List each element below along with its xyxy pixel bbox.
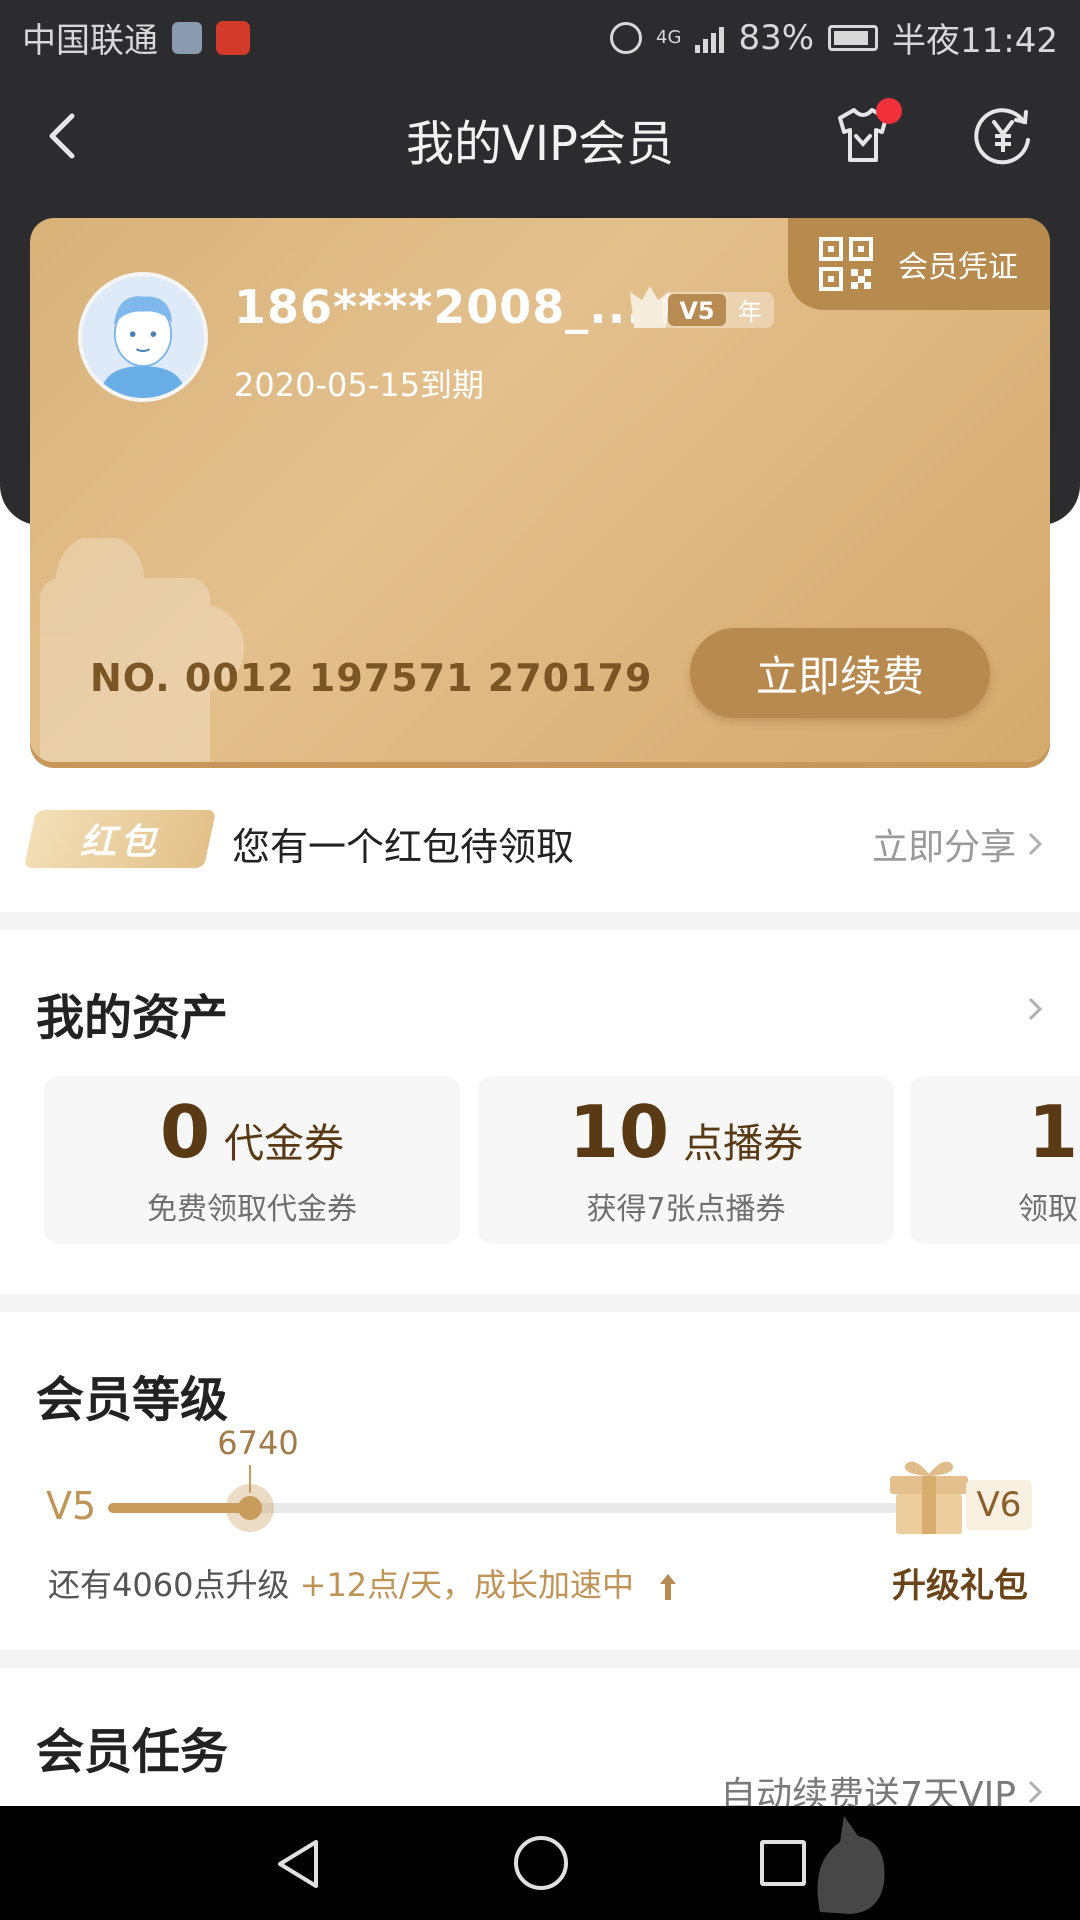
- section-divider: [0, 1294, 1080, 1312]
- level-progress-track: [108, 1465, 898, 1532]
- asset-description: 领取: [1018, 1192, 1078, 1227]
- asset-card-ticket[interactable]: 10 点播券 获得7张点播券: [478, 1076, 894, 1244]
- nav-home-icon[interactable]: [514, 1836, 568, 1890]
- yen-refresh-icon[interactable]: [968, 100, 1038, 170]
- asset-card-partial[interactable]: 1 领取: [910, 1076, 1080, 1244]
- asset-value: 0: [159, 1090, 211, 1174]
- share-now-label: 立即分享: [871, 827, 1016, 868]
- username: 186****2008_...: [234, 280, 645, 334]
- black-cat-logo-icon: [817, 1816, 885, 1914]
- asset-card-voucher[interactable]: 0 代金券 免费领取代金券: [44, 1076, 460, 1244]
- red-packet-message: 您有一个红包待领取: [232, 825, 575, 869]
- next-level-label: V6: [966, 1480, 1032, 1530]
- gift-box-icon[interactable]: [884, 1454, 974, 1536]
- vip-year-text: 年: [738, 298, 762, 326]
- asset-value: 1: [1028, 1090, 1079, 1174]
- member-certificate-button[interactable]: 会员凭证: [788, 218, 1050, 310]
- section-divider: [0, 912, 1080, 930]
- assets-chevron-icon[interactable]: [1026, 994, 1044, 1024]
- nav-recent-apps-icon[interactable]: [760, 1840, 806, 1886]
- shield-icon: [172, 21, 202, 54]
- progress-knob: [226, 1484, 274, 1532]
- nav-back-icon[interactable]: [270, 1836, 326, 1892]
- arrow-up-icon: [660, 1574, 677, 1600]
- alarm-icon: [610, 21, 643, 54]
- clock: 半夜11:42: [892, 21, 1058, 61]
- asset-value: 10: [568, 1090, 670, 1174]
- notification-dot: [876, 98, 902, 124]
- chevron-right-icon: [1028, 1780, 1043, 1804]
- current-level-label: V5: [46, 1484, 97, 1528]
- vip-level-text: V5: [679, 297, 714, 325]
- watermark: [810, 1806, 1080, 1920]
- card-number: NO. 0012 197571 270179: [90, 656, 653, 700]
- card-decoration: [40, 538, 244, 762]
- share-now-link[interactable]: 立即分享: [872, 818, 1044, 870]
- upgrade-gift-label[interactable]: 升级礼包: [892, 1558, 1028, 1607]
- growth-boost: +12点/天，成长加速中: [299, 1566, 634, 1604]
- tasks-title: 会员任务: [36, 1724, 229, 1780]
- expiry-date: 2020-05-15到期: [234, 366, 484, 404]
- nav-bar: 我的VIP会员: [0, 90, 1080, 180]
- avatar[interactable]: [78, 272, 208, 402]
- vip-level-badge: V5 年: [630, 286, 774, 328]
- current-points: 6740: [217, 1424, 299, 1462]
- red-packet-tag: 红包: [23, 810, 217, 868]
- page-title: 我的VIP会员: [406, 116, 674, 172]
- app-notification-icon: [216, 20, 250, 55]
- assets-title: 我的资产: [36, 990, 229, 1046]
- asset-unit: 点播券: [683, 1121, 804, 1167]
- vip-card: 会员凭证 186****2008_... V5 年 2020-05-15到期 N…: [30, 218, 1050, 762]
- points-remaining: 还有4060点升级: [48, 1566, 290, 1604]
- battery-icon: [828, 24, 879, 51]
- chevron-right-icon: [1028, 832, 1043, 856]
- status-bar: 中国联通 4G 83% 半夜11:42: [0, 0, 1080, 75]
- carrier-name: 中国联通: [22, 21, 158, 61]
- certificate-label: 会员凭证: [898, 250, 1018, 285]
- qr-code-icon: [819, 237, 873, 291]
- red-packet-tag-text: 红包: [79, 822, 160, 863]
- level-progress-description: 还有4060点升级 +12点/天，成长加速中: [48, 1560, 678, 1606]
- renew-button[interactable]: 立即续费: [690, 628, 990, 718]
- red-packet-row[interactable]: 红包 您有一个红包待领取 立即分享: [0, 800, 1080, 880]
- avatar-face-icon: [82, 276, 204, 398]
- asset-description: 免费领取代金券: [147, 1192, 357, 1227]
- signal-icon: [695, 23, 725, 53]
- network-type: 4G: [656, 26, 682, 48]
- battery-percent: 83%: [738, 17, 815, 58]
- asset-description: 获得7张点播券: [586, 1192, 786, 1227]
- level-title: 会员等级: [36, 1372, 229, 1428]
- asset-unit: 代金券: [224, 1121, 345, 1167]
- section-divider: [0, 1650, 1080, 1668]
